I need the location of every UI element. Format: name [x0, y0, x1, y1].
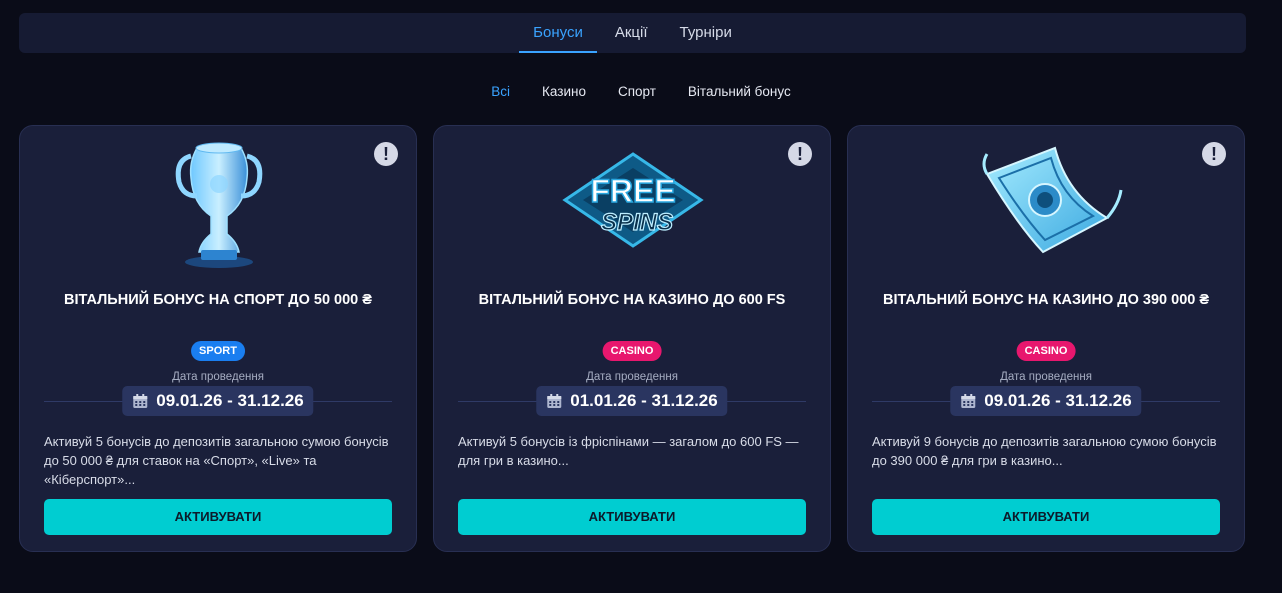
bonus-card-casino-fs: ! FREE SPINS ВІТАЛЬНИЙ БОНУС НА КАЗИНО Д… [433, 125, 831, 552]
filter-all[interactable]: Всі [491, 84, 510, 99]
date-range: 09.01.26 - 31.12.26 [122, 386, 314, 416]
card-title: ВІТАЛЬНИЙ БОНУС НА КАЗИНО ДО 600 FS [478, 292, 786, 308]
card-title: ВІТАЛЬНИЙ БОНУС НА КАЗИНО ДО 390 000 ₴ [882, 292, 1210, 308]
card-title: ВІТАЛЬНИЙ БОНУС НА СПОРТ ДО 50 000 ₴ [64, 292, 372, 308]
free-spins-icon: FREE SPINS [562, 152, 704, 248]
info-icon[interactable]: ! [374, 142, 398, 166]
card-description: Активуй 5 бонусів із фріспінами — загало… [458, 434, 799, 468]
category-badge: CASINO [602, 341, 662, 361]
date-range: 01.01.26 - 31.12.26 [536, 386, 728, 416]
date-range-text: 01.01.26 - 31.12.26 [570, 391, 718, 410]
info-icon[interactable]: ! [1202, 142, 1226, 166]
bonus-card-sport: ! ВІТАЛЬНИЙ БОНУС НА СПОРТ ДО 50 000 ₴ S… [19, 125, 417, 552]
activate-button[interactable]: АКТИВУВАТИ [872, 499, 1220, 535]
bonus-card-casino-cash: ! ВІТАЛЬНИЙ БОНУС НА КАЗИНО ДО 390 000 ₴… [847, 125, 1245, 552]
main-tabs-bar: Бонуси Акції Турніри [19, 13, 1246, 53]
free-text: FREE [590, 173, 675, 209]
activate-button[interactable]: АКТИВУВАТИ [44, 499, 392, 535]
tab-promotions[interactable]: Акції [615, 13, 648, 53]
calendar-icon [133, 394, 148, 408]
card-description: Активуй 9 бонусів до депозитів загальною… [872, 434, 1217, 468]
filter-welcome-bonus[interactable]: Вітальний бонус [688, 84, 791, 99]
spins-text: SPINS [601, 209, 673, 236]
date-label: Дата проведення [1000, 371, 1092, 383]
date-range: 09.01.26 - 31.12.26 [950, 386, 1142, 416]
tab-bonuses[interactable]: Бонуси [519, 13, 597, 53]
tab-tournaments[interactable]: Турніри [680, 13, 732, 53]
trophy-icon [175, 142, 263, 268]
info-icon[interactable]: ! [788, 142, 812, 166]
filter-casino[interactable]: Казино [542, 84, 586, 99]
category-badge: CASINO [1016, 341, 1076, 361]
calendar-icon [547, 394, 562, 408]
date-label: Дата проведення [172, 371, 264, 383]
filter-sport[interactable]: Спорт [618, 84, 656, 99]
date-range-text: 09.01.26 - 31.12.26 [156, 391, 304, 410]
calendar-icon [961, 394, 976, 408]
card-description: Активуй 5 бонусів до депозитів загальною… [44, 434, 389, 487]
date-label: Дата проведення [586, 371, 678, 383]
category-badge: SPORT [191, 341, 245, 361]
date-range-text: 09.01.26 - 31.12.26 [984, 391, 1132, 410]
activate-button[interactable]: АКТИВУВАТИ [458, 499, 806, 535]
category-filters: Всі Казино Спорт Вітальний бонус [0, 80, 1282, 102]
banknote-icon [982, 146, 1123, 254]
